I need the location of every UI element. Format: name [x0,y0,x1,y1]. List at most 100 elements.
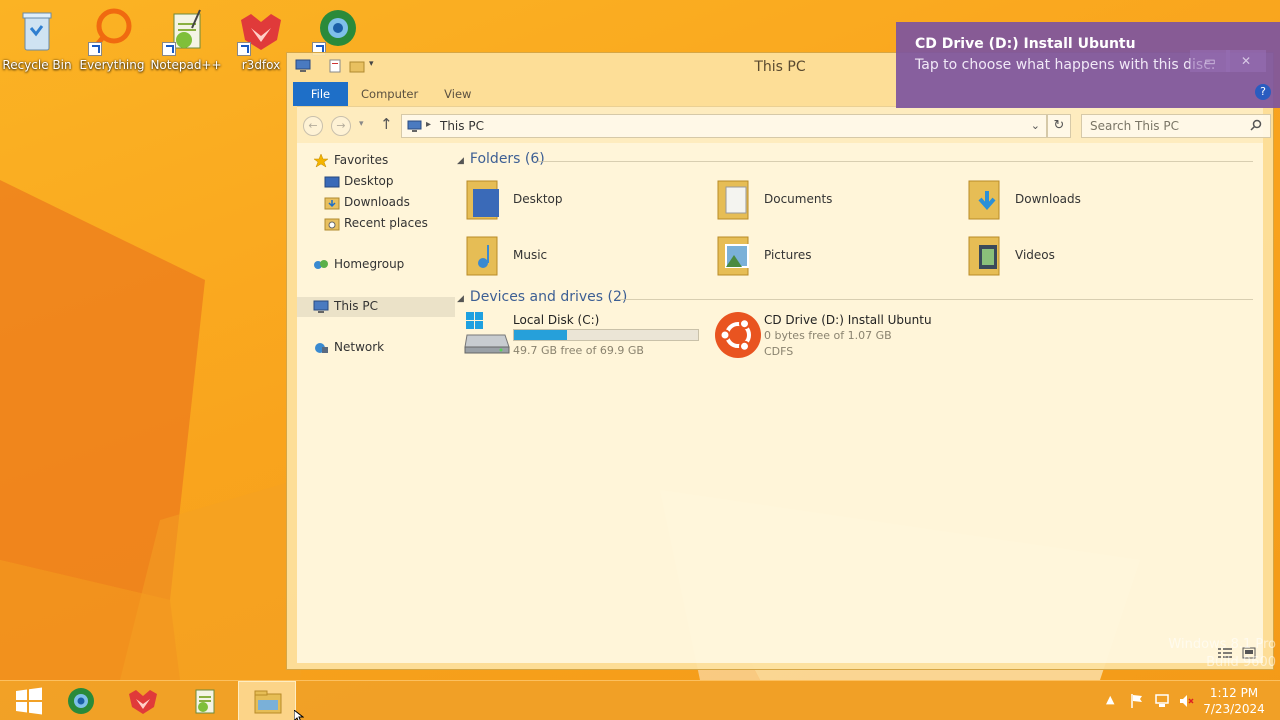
folder-videos[interactable]: Videos [959,231,1199,281]
this-pc-icon [313,300,329,314]
everything-icon [88,6,136,56]
drive-free-space: 49.7 GB free of 69.9 GB [513,344,644,357]
close-button[interactable]: ✕ [1226,50,1266,72]
nav-item-network[interactable]: Network [297,338,455,358]
group-header-devices[interactable]: ◢ Devices and drives (2) [457,289,627,305]
collapse-triangle-icon: ◢ [457,294,464,304]
navigation-pane: Favorites Desktop Downloads Recent place… [297,143,455,663]
folder-label: Videos [1015,248,1055,262]
nav-item-label: Desktop [344,174,394,188]
folder-documents[interactable]: Documents [708,175,948,225]
refresh-icon: ↻ [1053,118,1065,133]
toast-body: Tap to choose what happens with this dis… [915,57,1216,73]
back-button[interactable]: ← [303,116,323,136]
downloads-folder-icon [324,196,340,210]
taskbar-file-explorer[interactable] [238,681,296,720]
refresh-button[interactable]: ↻ [1047,114,1071,138]
desktop-icon-recycle-bin[interactable]: Recycle Bin [0,6,74,72]
drive-usage-fill [514,330,568,340]
show-hidden-icons-chevron-icon[interactable]: ▲ [1106,693,1114,720]
forward-arrow-icon: → [336,119,346,132]
start-button[interactable] [0,681,52,720]
downloads-folder-icon [965,175,1007,221]
shortcut-arrow-icon [162,42,176,56]
taskbar-browser[interactable] [52,681,110,720]
folder-music[interactable]: Music [457,231,697,281]
nav-item-label: Favorites [334,153,389,167]
windows-watermark: Windows 8.1 Pro Build 9600 [1150,636,1276,672]
nav-item-label: Downloads [344,195,410,209]
group-header-folders[interactable]: ◢ Folders (6) [457,151,545,167]
desktop-icon-everything[interactable]: Everything [75,6,149,72]
tab-computer[interactable]: Computer [348,82,431,106]
nav-item-label: Network [334,340,385,354]
desktop-icon-browser[interactable] [299,6,373,58]
shortcut-arrow-icon [88,42,102,56]
nav-item-favorites[interactable]: Favorites [297,151,455,171]
homegroup-icon [313,258,329,272]
folder-desktop[interactable]: Desktop [457,175,697,225]
desktop-icon-label: Recycle Bin [2,58,72,72]
folder-downloads[interactable]: Downloads [959,175,1199,225]
search-input[interactable] [1082,115,1242,137]
nav-item-recent-places[interactable]: Recent places [297,214,455,234]
breadcrumb-this-pc[interactable]: This PC [440,119,484,133]
breadcrumb-separator-icon: ▸ [426,119,432,130]
help-button[interactable]: ? [1255,84,1271,100]
up-arrow-icon: ↑ [380,115,393,133]
drive-local-disk-c[interactable]: Local Disk (C:) 49.7 GB free of 69.9 GB [457,311,707,363]
network-icon [313,341,329,355]
forward-button[interactable]: → [331,116,351,136]
local-disk-icon [463,311,511,359]
taskbar-clock[interactable]: 1:12 PM 7/23/2024 [1196,685,1272,717]
nav-item-label: This PC [334,299,378,313]
this-pc-icon [407,120,422,132]
taskbar-r3dfox[interactable] [114,681,172,720]
search-icon[interactable] [1250,119,1262,131]
minimize-button[interactable]: ▭ [1190,50,1230,72]
tab-view[interactable]: View [431,82,484,106]
close-icon: ✕ [1240,54,1252,68]
shortcut-arrow-icon [237,42,251,56]
desktop-icon [324,175,340,189]
drive-cd-d[interactable]: CD Drive (D:) Install Ubuntu 0 bytes fre… [708,311,968,363]
minimize-icon: ▭ [1204,54,1216,68]
nav-item-downloads[interactable]: Downloads [297,193,455,213]
ribbon-tabs: File Computer View [293,82,484,106]
action-center-flag-icon[interactable] [1130,693,1144,720]
desktop-folder-icon [463,175,505,221]
folder-pictures[interactable]: Pictures [708,231,948,281]
group-divider [537,161,1253,162]
drive-name: CD Drive (D:) Install Ubuntu [764,313,932,327]
nav-item-homegroup[interactable]: Homegroup [297,255,455,275]
volume-muted-icon[interactable] [1178,693,1194,720]
browser-icon [68,688,94,714]
pictures-folder-icon [714,231,756,277]
drive-name: Local Disk (C:) [513,313,600,327]
windows-logo-icon [16,687,42,715]
desktop-icon-label: Everything [79,58,145,72]
watermark-edition: Windows 8.1 Pro [1168,637,1276,652]
drive-file-system: CDFS [764,345,794,358]
drive-usage-bar [513,329,699,341]
nav-item-desktop[interactable]: Desktop [297,172,455,192]
videos-folder-icon [965,231,1007,277]
network-icon[interactable] [1154,693,1170,720]
address-dropdown-chevron-icon[interactable]: ⌄ [1031,119,1040,132]
recent-locations-chevron-icon[interactable]: ▾ [359,119,364,129]
recycle-bin-icon [13,6,61,56]
drive-free-space: 0 bytes free of 1.07 GB [764,329,892,342]
folder-label: Downloads [1015,192,1081,206]
nav-item-label: Recent places [344,216,428,230]
notepad-plus-plus-icon [162,6,210,56]
up-button[interactable]: ↑ [380,115,393,133]
collapse-triangle-icon: ◢ [457,156,464,166]
desktop-icon-notepad-plus-plus[interactable]: Notepad++ [149,6,223,72]
disc-notification-toast[interactable]: CD Drive (D:) Install Ubuntu Tap to choo… [896,22,1280,108]
back-arrow-icon: ← [308,119,318,132]
folder-label: Pictures [764,248,812,262]
taskbar-notepad-plus-plus[interactable] [176,681,234,720]
nav-item-this-pc[interactable]: This PC [297,297,455,317]
address-bar[interactable]: ▸ This PC ⌄ [401,114,1047,138]
tab-file[interactable]: File [293,82,348,106]
